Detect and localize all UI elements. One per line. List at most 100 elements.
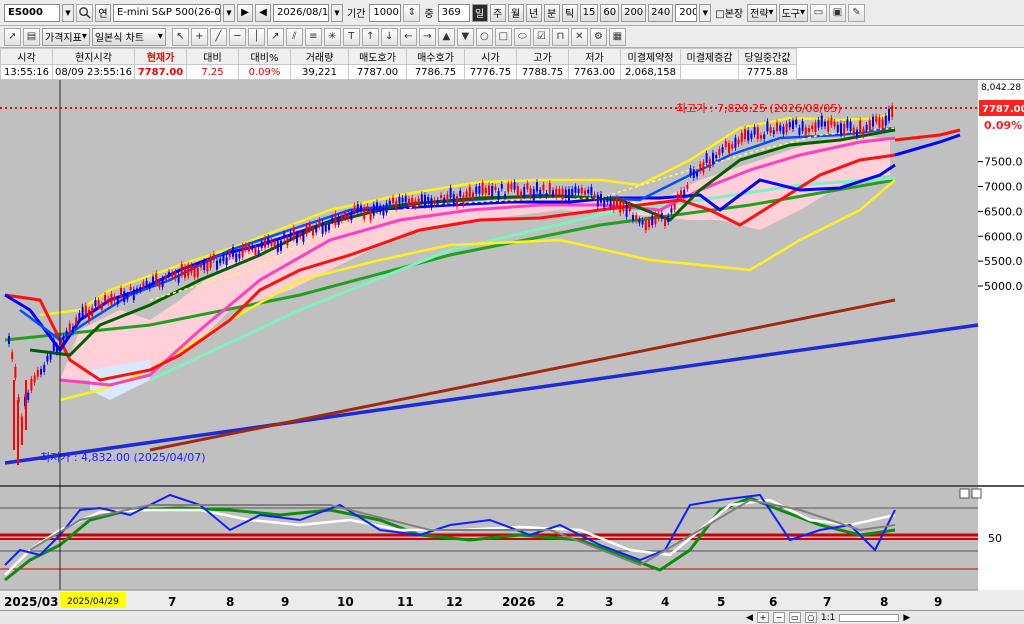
quote-value: 7.25	[186, 64, 239, 80]
ellipse-icon[interactable]: ⬭	[513, 27, 531, 46]
panel-close-icon[interactable]	[971, 488, 982, 499]
vline-icon[interactable]: │	[247, 27, 265, 46]
document-icon[interactable]: ▤	[23, 27, 40, 46]
status-bar: ◀ + − ▭ ○ 1:1 ▶	[0, 610, 1024, 624]
quote-header: 현재가	[134, 48, 187, 65]
interval-200[interactable]: 200	[621, 3, 647, 22]
x-axis-label: 9	[281, 595, 289, 609]
interval-week[interactable]: 주	[489, 3, 506, 22]
triangle-down-icon[interactable]: ▼	[456, 27, 474, 46]
cursor-icon[interactable]: ↖	[171, 27, 189, 46]
fib-icon[interactable]: ≡	[304, 27, 322, 46]
main-session-checkbox[interactable]: □본장	[713, 5, 745, 20]
quote-value: 2,068,158	[620, 64, 681, 80]
date-dropdown[interactable]: ▼	[331, 3, 343, 22]
price-tick-label: 7000.0	[984, 181, 1023, 194]
search-icon[interactable]	[76, 3, 93, 22]
chart-type-select[interactable]: 일본식 차트 ▾	[91, 27, 166, 46]
next-button[interactable]: ▶	[237, 3, 253, 22]
folder-icon[interactable]: ▭	[810, 3, 827, 22]
prev-button[interactable]: ◀	[255, 3, 271, 22]
trendline-icon[interactable]: ↗	[266, 27, 284, 46]
checkbox-icon[interactable]: ☑	[532, 27, 550, 46]
arrow-left-icon[interactable]: ←	[399, 27, 417, 46]
rect-icon[interactable]: □	[494, 27, 512, 46]
date-input[interactable]: 2026/08/10	[273, 3, 329, 22]
wrench-icon[interactable]: ✎	[848, 3, 865, 22]
quote-table: 시각 현지시각 현재가 대비 대비% 거래량 매도호가 매수호가 시가 고가 저가 미결제약정 미결제증…	[0, 48, 1024, 80]
spin-icon[interactable]: ⇕	[403, 3, 421, 22]
zoom-out-icon[interactable]: −	[772, 612, 785, 623]
osc-axis-label: 50	[988, 532, 1002, 545]
cursor-icon[interactable]: ➚	[4, 27, 21, 46]
quote-header: 매도호가	[348, 48, 407, 65]
interval-240[interactable]: 240	[648, 3, 674, 22]
strategy-button[interactable]: 전략 ▾	[747, 3, 777, 22]
symbol-input[interactable]: ES000	[4, 3, 60, 22]
tools-label: 도구	[781, 9, 800, 20]
zoom-slider[interactable]	[839, 613, 900, 622]
arrow-down-icon[interactable]: ↓	[380, 27, 398, 46]
magnet-icon[interactable]: ⊓	[551, 27, 569, 46]
x-axis-label: 7	[823, 595, 831, 609]
crosshair-icon[interactable]: +	[190, 27, 208, 46]
quote-value: 13:55:16	[0, 64, 53, 80]
price-tick-label: 7500.0	[984, 156, 1023, 169]
scroll-right-arrow[interactable]: ▶	[903, 613, 910, 623]
fit-icon[interactable]: ▭	[788, 612, 801, 623]
symbol-dropdown[interactable]: ▼	[62, 3, 74, 22]
product-dropdown[interactable]: ▼	[223, 3, 235, 22]
settings-icon[interactable]: ⚙	[589, 27, 607, 46]
interval-tick[interactable]: 틱	[561, 3, 578, 22]
interval-month[interactable]: 월	[507, 3, 524, 22]
interval-dropdown[interactable]: ▼	[699, 3, 712, 22]
x-axis-label: 12	[446, 595, 463, 609]
price-tick-label: 5000.0	[984, 280, 1023, 293]
quote-value	[680, 64, 739, 80]
quote-header: 현지시각	[52, 48, 135, 65]
interval-minute[interactable]: 분	[543, 3, 560, 22]
price-chart[interactable]: 최고가 : 7,820.25 (2026/08/05) 최저가 : 4,832.…	[0, 80, 1024, 610]
quote-header: 거래량	[290, 48, 349, 65]
text-icon[interactable]: T	[342, 27, 360, 46]
link-button[interactable]: 연	[95, 3, 111, 22]
hline-icon[interactable]: ─	[228, 27, 246, 46]
period-input[interactable]: 1000	[369, 3, 402, 22]
scroll-left-arrow[interactable]: ◀	[746, 613, 753, 623]
x-axis-label: 11	[397, 595, 414, 609]
triangle-up-icon[interactable]: ▲	[437, 27, 455, 46]
price-tick-label: 6500.0	[984, 205, 1023, 218]
save-icon[interactable]: ▣	[829, 3, 846, 22]
x-axis-label: 2025/03	[4, 595, 58, 609]
quote-header: 대비	[186, 48, 239, 65]
cursor-date-label: 2025/04/29	[67, 597, 119, 607]
count-input[interactable]: 369	[437, 3, 470, 22]
interval-custom-input[interactable]: 200	[675, 3, 698, 22]
arrow-right-icon[interactable]: →	[418, 27, 436, 46]
interval-year[interactable]: 년	[525, 3, 542, 22]
interval-60[interactable]: 60	[600, 3, 620, 22]
x-axis-label: 2	[556, 595, 564, 609]
tools-button[interactable]: 도구 ▾	[778, 3, 808, 22]
search-small-icon[interactable]: ○	[804, 612, 817, 623]
grid-icon[interactable]: ▦	[608, 27, 626, 46]
interval-day[interactable]: 일	[471, 3, 488, 22]
period-label: 기간	[347, 9, 366, 20]
gann-icon[interactable]: ✳	[323, 27, 341, 46]
high-annotation: 최고가 : 7,820.25 (2026/08/05)	[676, 102, 842, 115]
delete-icon[interactable]: ✕	[570, 27, 588, 46]
arrow-up-icon[interactable]: ↑	[361, 27, 379, 46]
line-tool-icon[interactable]: ╱	[209, 27, 227, 46]
circle-icon[interactable]: ○	[475, 27, 493, 46]
product-field[interactable]: E-mini S&P 500(26-09,	[113, 3, 221, 22]
panel-expand-icon[interactable]	[959, 488, 970, 499]
channel-icon[interactable]: ⫽	[285, 27, 303, 46]
quote-value: 08/09 23:55:16	[52, 64, 135, 80]
main-toolbar: ES000 ▼ 연 E-mini S&P 500(26-09, ▼ ▶ ◀ 20…	[0, 0, 1024, 26]
price-tick-label: 5500.0	[984, 255, 1023, 268]
quote-value: 7776.75	[464, 64, 517, 80]
zoom-in-icon[interactable]: +	[756, 612, 769, 623]
indicator-label: 가격지표	[45, 33, 82, 44]
indicator-button[interactable]: 가격지표 ▾	[42, 27, 90, 46]
interval-15[interactable]: 15	[579, 3, 599, 22]
